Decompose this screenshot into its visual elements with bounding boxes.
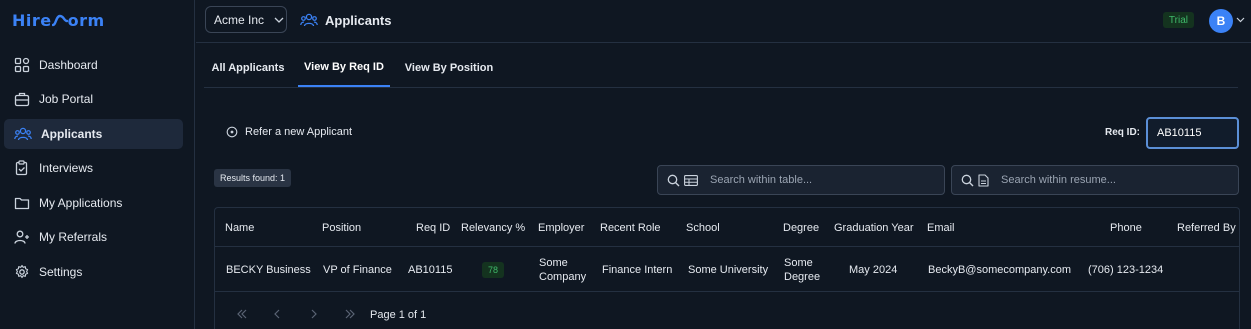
briefcase-icon — [14, 92, 30, 107]
sidebar-item-job-portal[interactable]: Job Portal — [4, 84, 183, 114]
refer-applicant-label: Refer a new Applicant — [245, 126, 353, 138]
search-resume-box[interactable] — [951, 165, 1239, 195]
results-count-badge: Results found: 1 — [214, 169, 292, 187]
tab-view-by-req-id[interactable]: View By Req ID — [298, 48, 390, 87]
req-id-input[interactable] — [1146, 117, 1239, 149]
users-icon — [14, 127, 32, 141]
chevron-down-icon[interactable] — [1236, 17, 1245, 23]
next-page-icon[interactable] — [310, 309, 318, 319]
dashboard-icon — [14, 57, 30, 73]
search-table-input[interactable] — [710, 174, 910, 186]
user-plus-icon — [14, 230, 29, 244]
table-icon — [684, 174, 698, 186]
column-header-employer[interactable]: Employer — [538, 222, 584, 234]
column-header-graduation-year[interactable]: Graduation Year — [834, 222, 914, 234]
sidebar-item-label: Settings — [39, 265, 83, 279]
sidebar-item-interviews[interactable]: Interviews — [4, 153, 183, 183]
company-name: Acme Inc — [214, 12, 265, 27]
page-title: Applicants — [300, 10, 391, 30]
search-icon — [961, 174, 974, 186]
avatar[interactable]: B — [1209, 9, 1233, 33]
column-header-phone[interactable]: Phone — [1110, 222, 1142, 234]
cell-phone: (706) 123-1234 — [1088, 264, 1164, 276]
cell-recent-role: Finance Intern — [602, 264, 673, 276]
cell-employer-line2: Company — [539, 271, 587, 283]
sidebar-item-dashboard[interactable]: Dashboard — [4, 50, 183, 80]
column-header-school[interactable]: School — [686, 222, 720, 234]
clipboard-icon — [15, 160, 28, 176]
sidebar-item-label: Job Portal — [39, 92, 94, 106]
column-header-relevancy[interactable]: Relevancy % — [461, 222, 525, 234]
last-page-icon[interactable] — [344, 309, 356, 319]
chevron-down-icon — [274, 17, 284, 23]
circle-plus-icon — [226, 126, 238, 138]
req-id-label: Req ID: — [1105, 127, 1140, 138]
header-divider — [215, 246, 1239, 247]
row-divider — [215, 291, 1239, 292]
sidebar: Hire orm Dashboard Job Portal Applicants… — [0, 0, 195, 329]
column-header-recent-role[interactable]: Recent Role — [600, 222, 661, 234]
page-indicator: Page 1 of 1 — [370, 309, 427, 321]
cell-school: Some University — [688, 264, 769, 276]
column-header-email[interactable]: Email — [927, 222, 955, 234]
cell-employer-line1: Some — [539, 257, 568, 269]
sidebar-item-settings[interactable]: Settings — [4, 257, 183, 287]
column-header-referred-by[interactable]: Referred By — [1177, 222, 1236, 234]
sidebar-item-my-applications[interactable]: My Applications — [4, 188, 183, 218]
search-resume-input[interactable] — [1001, 174, 1201, 186]
app-logo[interactable]: Hire orm — [12, 9, 105, 31]
column-header-name[interactable]: Name — [225, 222, 254, 234]
tab-all-applicants[interactable]: All Applicants — [204, 48, 292, 87]
cell-graduation-year: May 2024 — [849, 264, 898, 276]
top-bar: Acme Inc Applicants Trial B — [196, 0, 1251, 43]
sidebar-item-label: Applicants — [41, 127, 103, 141]
sidebar-item-label: My Referrals — [39, 230, 108, 244]
document-icon — [978, 173, 989, 187]
company-select[interactable]: Acme Inc — [205, 6, 287, 33]
view-tabs: All Applicants View By Req ID View By Po… — [204, 48, 1238, 88]
previous-page-icon[interactable] — [273, 309, 281, 319]
refer-applicant-button[interactable]: Refer a new Applicant — [226, 124, 352, 140]
sidebar-item-label: Interviews — [39, 161, 94, 175]
column-header-req-id[interactable]: Req ID — [416, 222, 450, 234]
page-title-text: Applicants — [325, 12, 392, 28]
tab-view-by-position[interactable]: View By Position — [399, 48, 499, 87]
cell-email[interactable]: BeckyB@somecompany.com — [928, 263, 1071, 277]
search-table-box[interactable] — [657, 165, 945, 195]
cell-degree-line1: Some — [784, 257, 813, 269]
cell-position: VP of Finance — [323, 264, 392, 276]
logo-text-right: orm — [67, 10, 105, 30]
logo-wave-icon — [51, 14, 68, 27]
relevancy-badge: 78 — [482, 262, 504, 278]
first-page-icon[interactable] — [236, 309, 248, 319]
sidebar-item-applicants[interactable]: Applicants — [4, 119, 183, 149]
column-header-degree[interactable]: Degree — [783, 222, 819, 234]
users-icon — [300, 13, 318, 27]
cell-degree-line2: Degree — [784, 271, 821, 283]
sidebar-item-label: My Applications — [39, 196, 123, 210]
folder-icon — [14, 197, 30, 210]
column-header-position[interactable]: Position — [322, 222, 361, 234]
search-icon — [667, 174, 680, 186]
cell-name: BECKY Business — [226, 264, 311, 276]
cell-req-id: AB10115 — [408, 264, 453, 276]
applicants-table: Name Position Req ID Relevancy % Employe… — [214, 207, 1240, 329]
gear-icon — [15, 264, 29, 279]
logo-text-left: Hire — [12, 10, 52, 30]
sidebar-item-label: Dashboard — [39, 58, 98, 72]
sidebar-item-my-referrals[interactable]: My Referrals — [4, 222, 183, 252]
trial-badge: Trial — [1162, 12, 1194, 28]
